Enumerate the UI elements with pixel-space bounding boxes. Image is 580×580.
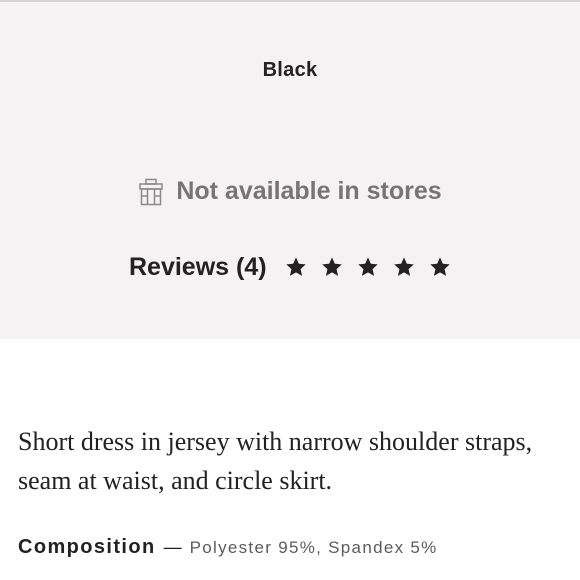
composition-label: Composition	[18, 536, 156, 558]
product-description: Short dress in jersey with narrow should…	[18, 427, 533, 495]
selected-color-label: Black	[262, 59, 318, 81]
star-icon	[321, 257, 342, 276]
composition-value: Polyester 95%, Spandex 5%	[189, 538, 438, 557]
star-icon	[357, 257, 378, 276]
reviews-link[interactable]: Reviews (4)	[129, 253, 267, 282]
composition-row: Composition — Polyester 95%, Spandex 5%	[18, 536, 438, 559]
store-availability: Not available in stores	[0, 177, 580, 206]
store-icon	[139, 178, 164, 205]
star-icon	[393, 257, 414, 276]
rating-stars	[285, 256, 451, 278]
composition-separator: —	[163, 537, 182, 557]
star-icon	[429, 257, 450, 276]
store-availability-text: Not available in stores	[176, 177, 442, 205]
product-info-panel: Black Not available in stores Reviews (4…	[0, 2, 580, 339]
reviews-summary[interactable]: Reviews (4)	[129, 250, 451, 284]
star-icon	[285, 257, 306, 276]
